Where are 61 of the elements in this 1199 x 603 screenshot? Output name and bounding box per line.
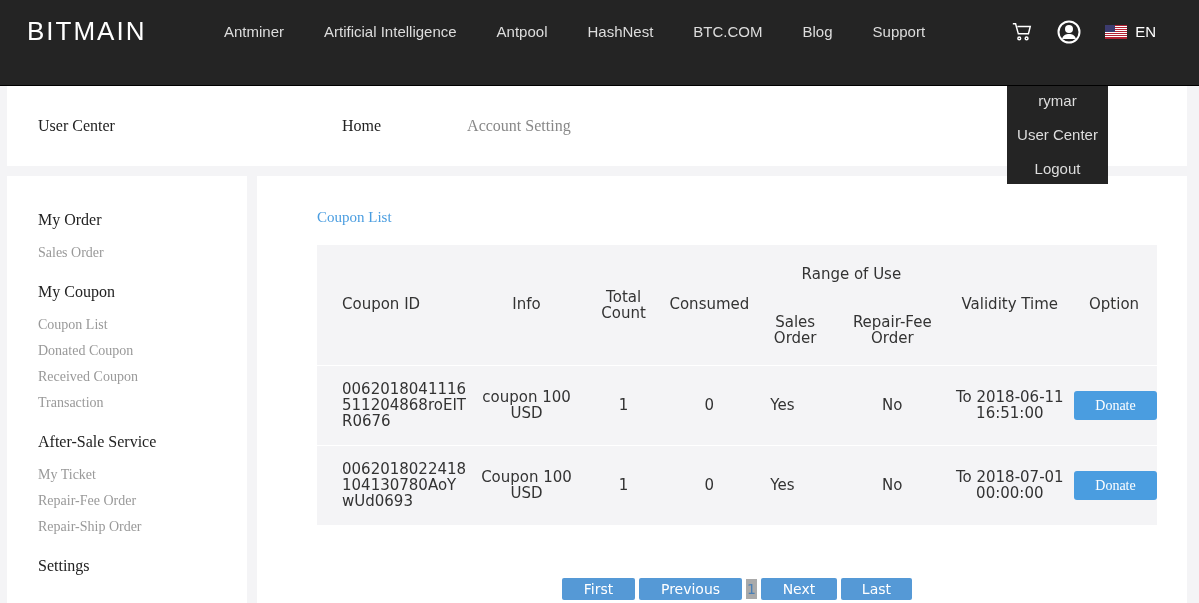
cart-icon[interactable] <box>1011 21 1034 43</box>
pagination-button[interactable]: Next <box>760 578 837 600</box>
table-cell: 1 <box>582 365 665 445</box>
column-header: Sales Order <box>754 285 837 365</box>
column-header: Repair-Fee Order <box>836 285 949 365</box>
sidebar-item[interactable]: Coupon List <box>38 312 247 338</box>
nav-link[interactable]: Artificial Intelligence <box>324 20 457 44</box>
column-header: Total Count <box>582 244 665 365</box>
flag-icon <box>1105 25 1128 39</box>
pagination-button[interactable]: Last <box>840 578 912 600</box>
table-cell: Yes <box>754 365 837 445</box>
sidebar-item[interactable]: Sales Order <box>38 240 247 266</box>
nav-link[interactable]: Antminer <box>224 20 285 44</box>
sidebar-item[interactable]: Donated Coupon <box>38 338 247 364</box>
donate-button[interactable]: Donate <box>1074 390 1157 420</box>
page-title: User Center <box>38 116 116 136</box>
section-title: Coupon List <box>317 208 393 227</box>
table-cell: Coupon 100 USD <box>470 445 583 525</box>
nav-link[interactable]: Support <box>872 20 926 44</box>
breadcrumb-link[interactable]: Account Setting <box>467 114 571 138</box>
nav-link[interactable]: Antpool <box>496 20 548 44</box>
sidebar-heading: My Coupon <box>38 282 116 302</box>
table-cell: No <box>836 445 949 525</box>
user-menu-item[interactable]: User Center <box>1017 124 1098 146</box>
column-header: Info <box>470 244 583 365</box>
language-selector[interactable]: EN <box>1135 20 1156 44</box>
column-header: Coupon ID <box>317 244 471 365</box>
table-cell: 0 <box>664 445 755 525</box>
breadcrumb-link[interactable]: Home <box>342 114 382 138</box>
nav-link[interactable]: Blog <box>802 20 833 44</box>
sidebar-item[interactable]: Repair-Fee Order <box>38 488 247 514</box>
user-menu-item[interactable]: rymar <box>1038 90 1077 112</box>
table-cell: To 2018-07-01 00:00:00 <box>948 445 1072 525</box>
donate-button[interactable]: Donate <box>1074 470 1157 500</box>
table-cell: 0062018041116511204868roEITR0676 <box>317 365 471 445</box>
table-cell: Yes <box>754 445 837 525</box>
sidebar-item[interactable]: Repair-Ship Order <box>38 514 247 540</box>
nav-link[interactable]: BTC.COM <box>693 20 763 44</box>
sidebar-item[interactable]: Transaction <box>38 390 247 416</box>
column-header: Validity Time <box>948 244 1072 365</box>
pagination-button[interactable]: Previous <box>639 578 743 600</box>
sidebar-heading: Settings <box>38 556 91 576</box>
column-header: Option <box>1071 244 1157 365</box>
sidebar-item[interactable]: My Ticket <box>38 462 247 488</box>
user-menu-item[interactable]: Logout <box>1034 158 1081 180</box>
pagination-button[interactable]: First <box>562 578 636 600</box>
logo[interactable]: BITMAIN <box>27 20 224 42</box>
sidebar-heading: After-Sale Service <box>38 432 158 452</box>
table-cell: To 2018-06-11 16:51:00 <box>948 365 1072 445</box>
table-cell: coupon 100 USD <box>470 365 583 445</box>
table-cell: 1 <box>582 445 665 525</box>
column-header: Consumed <box>664 244 755 365</box>
table-cell: 0062018022418104130780AoYwUd0693 <box>317 445 471 525</box>
user-avatar-icon[interactable] <box>1057 20 1082 44</box>
current-page: 1 <box>746 579 757 599</box>
table-cell: No <box>836 365 949 445</box>
nav-link[interactable]: HashNest <box>587 20 654 44</box>
column-header: Range of Use <box>754 244 949 285</box>
sidebar-heading: My Order <box>38 210 103 230</box>
table-cell: 0 <box>664 365 755 445</box>
sidebar-item[interactable]: Received Coupon <box>38 364 247 390</box>
